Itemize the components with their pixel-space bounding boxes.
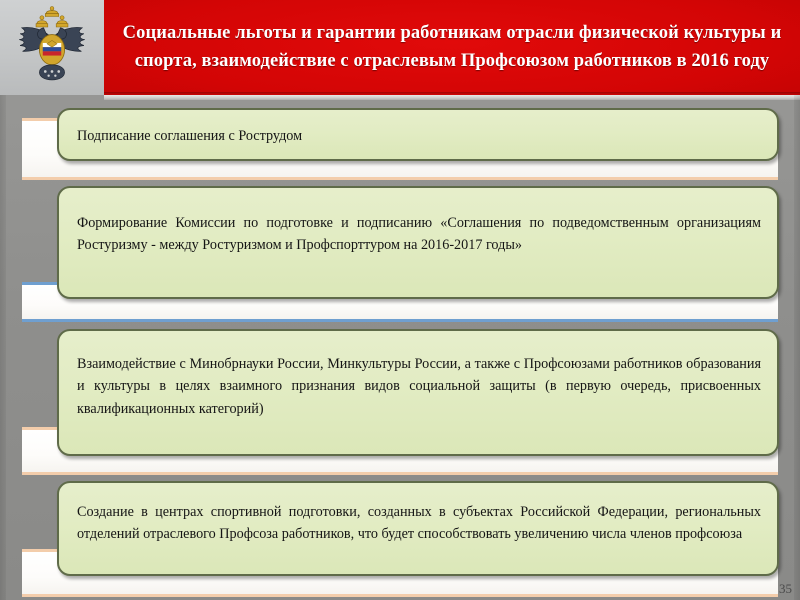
- slide-header: Социальные льготы и гарантии работникам …: [0, 0, 800, 95]
- header-banner: Социальные льготы и гарантии работникам …: [104, 0, 800, 95]
- emblem-plate: [0, 0, 104, 95]
- content-box-3[interactable]: Взаимодействие с Минобрнауки России, Мин…: [57, 329, 779, 456]
- content-blocks: Подписание соглашения с Рострудом Формир…: [0, 100, 800, 600]
- content-box-3-text: Взаимодействие с Минобрнауки России, Мин…: [77, 356, 761, 417]
- page-number: 35: [779, 581, 792, 596]
- content-box-1[interactable]: Подписание соглашения с Рострудом: [57, 108, 779, 161]
- content-box-2-text: Формирование Комиссии по подготовке и по…: [77, 215, 761, 254]
- slide-title: Социальные льготы и гарантии работникам …: [122, 23, 782, 71]
- russian-coat-of-arms-icon: [10, 5, 94, 90]
- presentation-slide: Социальные льготы и гарантии работникам …: [0, 0, 800, 600]
- content-box-4-text: Создание в центрах спортивной подготовки…: [77, 504, 761, 543]
- content-box-2[interactable]: Формирование Комиссии по подготовке и по…: [57, 186, 779, 299]
- content-box-1-text: Подписание соглашения с Рострудом: [77, 128, 303, 144]
- content-box-4[interactable]: Создание в центрах спортивной подготовки…: [57, 481, 779, 576]
